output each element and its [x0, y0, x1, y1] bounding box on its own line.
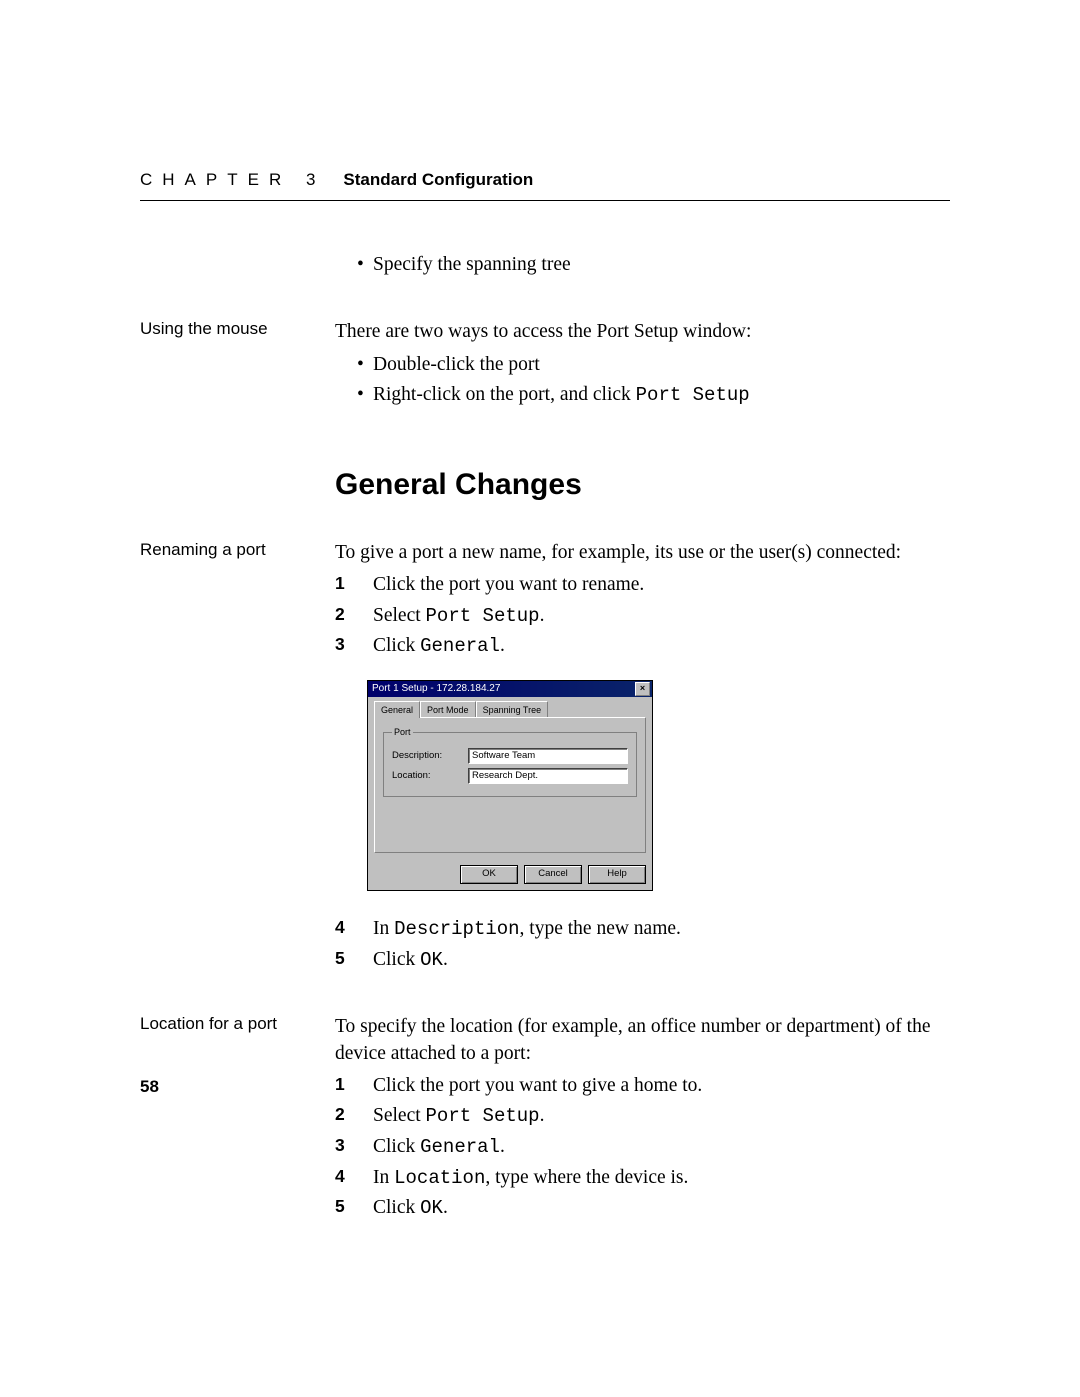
- rename-step-4: 4In Description, type the new name.: [335, 916, 950, 943]
- description-input[interactable]: Software Team: [468, 748, 628, 764]
- location-step-4: 4In Location, type where the device is.: [335, 1165, 950, 1192]
- rename-step-2: 2Select Port Setup.: [335, 603, 950, 630]
- rename-step-3: 3Click General.: [335, 633, 950, 660]
- rename-step-5: 5Click OK.: [335, 947, 950, 974]
- close-icon[interactable]: ×: [635, 682, 650, 696]
- tab-port-mode[interactable]: Port Mode: [420, 701, 476, 718]
- mouse-bullet-1: Double-click the port: [357, 352, 950, 378]
- dialog-titlebar: Port 1 Setup - 172.28.184.27 ×: [368, 681, 652, 697]
- ok-button[interactable]: OK: [460, 865, 518, 884]
- description-label: Description:: [392, 750, 462, 763]
- port-setup-code: Port Setup: [636, 384, 750, 406]
- chapter-title: Standard Configuration: [343, 170, 533, 190]
- location-step-1: 1Click the port you want to give a home …: [335, 1073, 950, 1099]
- section-heading: General Changes: [335, 465, 950, 506]
- location-step-3: 3Click General.: [335, 1134, 950, 1161]
- chapter-label: CHAPTER 3: [140, 170, 325, 190]
- location-step-2: 2Select Port Setup.: [335, 1103, 950, 1130]
- tab-spanning-tree[interactable]: Spanning Tree: [476, 701, 549, 718]
- location-intro: To specify the location (for example, an…: [335, 1014, 950, 1067]
- cancel-button[interactable]: Cancel: [524, 865, 582, 884]
- page-number: 58: [140, 1077, 159, 1097]
- port-setup-dialog-screenshot: Port 1 Setup - 172.28.184.27 × General P…: [367, 680, 653, 891]
- margin-note-rename: Renaming a port: [140, 540, 335, 979]
- location-label: Location:: [392, 770, 462, 783]
- rename-intro: To give a port a new name, for example, …: [335, 540, 950, 566]
- tab-general[interactable]: General: [374, 701, 420, 718]
- dialog-title-text: Port 1 Setup - 172.28.184.27: [372, 682, 500, 696]
- intro-bullet: Specify the spanning tree: [357, 252, 950, 278]
- location-input[interactable]: Research Dept.: [468, 768, 628, 784]
- page-header: CHAPTER 3 Standard Configuration: [140, 170, 950, 201]
- help-button[interactable]: Help: [588, 865, 646, 884]
- mouse-intro: There are two ways to access the Port Se…: [335, 319, 950, 345]
- margin-note-location: Location for a port: [140, 1014, 335, 1228]
- margin-note-mouse: Using the mouse: [140, 319, 335, 414]
- rename-step-1: 1Click the port you want to rename.: [335, 572, 950, 598]
- mouse-bullet-2: Right-click on the port, and click Port …: [357, 382, 950, 409]
- margin-note-empty: [140, 246, 335, 284]
- port-group-label: Port: [392, 726, 413, 738]
- location-step-5: 5Click OK.: [335, 1195, 950, 1222]
